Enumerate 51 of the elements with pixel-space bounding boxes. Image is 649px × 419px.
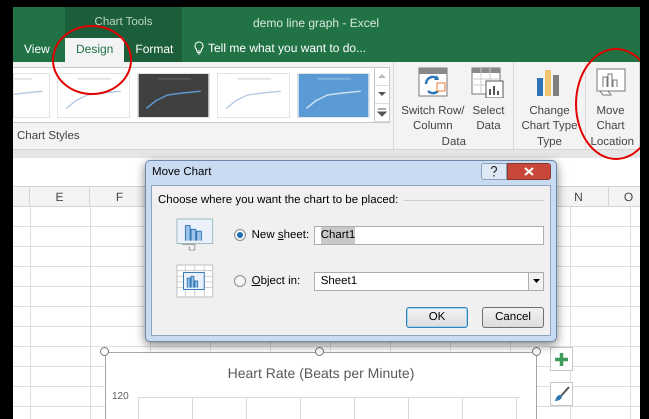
context-title: Chart Tools	[94, 14, 154, 30]
axis-tick-label: 120	[112, 390, 129, 404]
column-header[interactable]: E	[30, 187, 90, 206]
ribbon-tab[interactable]: Design	[65, 38, 124, 62]
group-label: Chart Styles	[16, 128, 81, 144]
radio-button[interactable]	[234, 229, 246, 242]
sheet-dropdown[interactable]: Sheet1	[314, 272, 544, 291]
resize-handle[interactable]	[532, 347, 541, 356]
chart-title: Heart Rate (Beats per Minute)	[226, 364, 416, 383]
resize-handle[interactable]	[315, 347, 324, 356]
chart-elements-button[interactable]	[550, 347, 573, 371]
group-label: Location	[590, 135, 634, 150]
dialog-title: Move Chart	[152, 165, 212, 180]
option-label[interactable]: Object in:	[252, 272, 314, 290]
table-chart-icon	[470, 66, 506, 98]
group-label: Type	[536, 135, 563, 150]
group-label: Data	[440, 135, 467, 150]
paintbrush-icon	[554, 386, 570, 402]
chart-style-thumbnail[interactable]	[13, 73, 50, 118]
dialog-prompt: Choose where you want the chart to be placed:	[158, 193, 398, 208]
ribbon-tab[interactable]: View	[13, 38, 61, 62]
dialog-button[interactable]: OK	[406, 307, 468, 328]
lightbulb-icon	[194, 41, 204, 55]
chart-style-thumbnail[interactable]	[217, 73, 290, 118]
resize-handle[interactable]	[100, 347, 109, 356]
change-chart-type-button[interactable]: Change Chart Type	[519, 66, 580, 134]
switch-row-column-button[interactable]: Switch Row/ Column	[399, 66, 466, 134]
dropdown-arrow-icon	[532, 279, 540, 284]
option-label[interactable]: New sheet:	[252, 226, 314, 244]
dialog-button[interactable]: Cancel	[482, 307, 544, 328]
chart-style-thumbnail[interactable]	[137, 73, 210, 118]
close-icon	[524, 166, 534, 176]
chart-styles-button[interactable]	[550, 382, 573, 406]
gallery-down-icon[interactable]	[377, 90, 387, 99]
embedded-chart-icon	[176, 263, 214, 300]
move-chart-button[interactable]: Move Chart	[590, 66, 631, 134]
sheet-name-field[interactable]: Chart1	[314, 226, 544, 245]
help-icon	[490, 166, 498, 176]
select-data-button[interactable]: Select Data	[468, 66, 508, 134]
close-button[interactable]	[507, 162, 551, 180]
radio-button[interactable]	[234, 275, 246, 288]
gallery-more-icon[interactable]	[377, 108, 387, 117]
ribbon-tab[interactable]: Format	[124, 38, 184, 62]
help-button[interactable]	[481, 162, 507, 180]
chart-area[interactable]: Heart Rate (Beats per Minute) 120	[105, 352, 537, 419]
column-header[interactable]: O	[609, 187, 640, 206]
tell-me-search[interactable]: Tell me what you want to do...	[208, 39, 366, 57]
new-sheet-chart-icon	[176, 217, 214, 254]
window-title: demo line graph - Excel	[252, 14, 380, 32]
chart-style-thumbnail[interactable]	[297, 73, 370, 118]
plus-icon	[555, 352, 568, 366]
